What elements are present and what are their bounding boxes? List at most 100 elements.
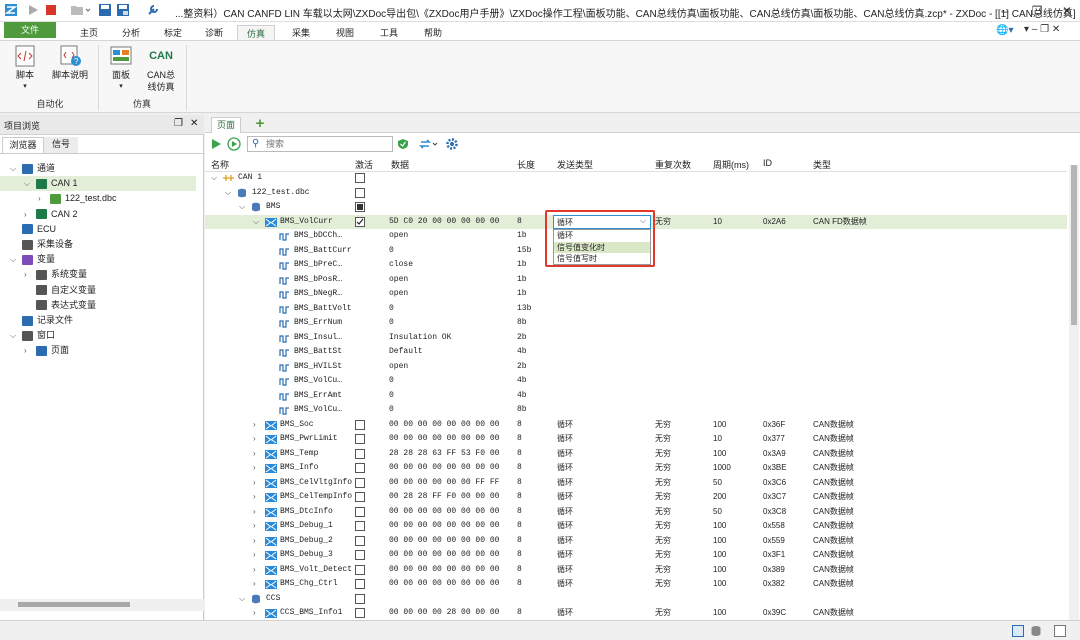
chevron-down-icon[interactable]: ⌵ bbox=[239, 592, 245, 607]
signal-row[interactable]: BMS_ErrAmt 0 4b bbox=[205, 389, 1067, 404]
status-panel-icon[interactable] bbox=[1012, 625, 1024, 637]
panel-button[interactable]: 面板 ▾ bbox=[104, 45, 138, 93]
active-checkbox[interactable] bbox=[355, 187, 365, 198]
chevron-right-icon[interactable]: › bbox=[253, 505, 256, 520]
group-row[interactable]: ⌵ CAN 1 bbox=[205, 171, 1067, 186]
chevron-right-icon[interactable]: › bbox=[253, 476, 256, 491]
active-checkbox[interactable] bbox=[355, 608, 365, 618]
script-help-button[interactable]: ? 脚本说明 bbox=[48, 45, 92, 81]
layout-icon[interactable] bbox=[1054, 625, 1066, 637]
col-send-type[interactable]: 发送类型 bbox=[557, 158, 593, 171]
menu-tab[interactable]: 仿真 bbox=[237, 25, 275, 41]
col-id[interactable]: ID bbox=[763, 158, 772, 168]
signal-row[interactable]: BMS_VolCu… 0 4b bbox=[205, 374, 1067, 389]
active-checkbox[interactable] bbox=[355, 477, 365, 488]
message-row[interactable]: › BMS_Soc 00 00 00 00 00 00 00 00 8 循环 无穷 100 0… bbox=[205, 418, 1067, 433]
chevron-right-icon[interactable]: › bbox=[253, 461, 256, 476]
col-period[interactable]: 周期(ms) bbox=[713, 158, 749, 171]
chevron-right-icon[interactable]: › bbox=[253, 519, 256, 534]
tree-item[interactable]: ⌵ CAN 1 bbox=[0, 176, 196, 192]
panel-close-icon[interactable]: ✕ bbox=[190, 118, 198, 129]
send-type-option[interactable]: 循环 bbox=[554, 230, 650, 242]
chevron-right-icon[interactable]: › bbox=[24, 267, 34, 282]
message-row[interactable]: › BMS_Debug_1 00 00 00 00 00 00 00 00 8 循环 无穷… bbox=[205, 519, 1067, 534]
signal-row[interactable]: BMS_VolCu… 0 8b bbox=[205, 403, 1067, 418]
col-type[interactable]: 类型 bbox=[813, 158, 831, 171]
stop-icon[interactable] bbox=[44, 3, 60, 19]
send-type-option[interactable]: 信号值写时 bbox=[554, 253, 650, 265]
chevron-down-icon[interactable]: ⌵ bbox=[24, 176, 34, 191]
active-checkbox[interactable] bbox=[355, 579, 365, 589]
start-sim-icon[interactable] bbox=[209, 137, 223, 151]
active-checkbox[interactable] bbox=[355, 535, 365, 546]
message-row[interactable]: › BMS_Temp 28 28 28 63 FF 53 F0 00 8 循环 无穷 100… bbox=[205, 447, 1067, 462]
save-icon[interactable] bbox=[98, 3, 114, 19]
search-input[interactable] bbox=[266, 138, 388, 150]
chevron-right-icon[interactable]: › bbox=[24, 343, 34, 358]
signal-row[interactable]: BMS_bPosR… open 1b bbox=[205, 273, 1067, 288]
help-globe-icon[interactable]: 🌐▾ bbox=[996, 25, 1013, 36]
float-icon[interactable]: ❐ bbox=[174, 118, 183, 129]
message-row[interactable]: › BMS_CelTempInfo 00 28 28 FF F0 00 00 00 8… bbox=[205, 490, 1067, 505]
chevron-right-icon[interactable]: › bbox=[38, 191, 48, 206]
message-row[interactable]: › BMS_Volt_Detect 00 00 00 00 00 00 00 00 8… bbox=[205, 563, 1067, 578]
message-row[interactable]: › BMS_DtcInfo 00 00 00 00 00 00 00 00 8 循环 无穷… bbox=[205, 505, 1067, 520]
tab-signal[interactable]: 信号 bbox=[44, 137, 78, 153]
active-checkbox[interactable] bbox=[355, 448, 365, 459]
signal-row[interactable]: BMS_Insul… Insulation OK 2b bbox=[205, 331, 1067, 346]
chevron-right-icon[interactable]: › bbox=[24, 207, 34, 222]
script-button[interactable]: 脚本 ▾ bbox=[8, 45, 42, 93]
menu-tab[interactable]: 采集 bbox=[282, 25, 320, 41]
col-repeat[interactable]: 重复次数 bbox=[655, 158, 691, 171]
chevron-down-icon[interactable]: ⌵ bbox=[253, 215, 259, 230]
col-name[interactable]: 名称 bbox=[211, 158, 229, 171]
step-icon[interactable] bbox=[227, 137, 241, 151]
sync-icon[interactable] bbox=[419, 137, 441, 151]
active-checkbox[interactable] bbox=[355, 564, 365, 575]
tab-page[interactable]: 页面 bbox=[211, 117, 241, 133]
message-row[interactable]: › BMS_Info 00 00 00 00 00 00 00 00 8 循环 无穷 100… bbox=[205, 461, 1067, 476]
tree-item[interactable]: › 页面 bbox=[0, 343, 196, 358]
active-checkbox[interactable] bbox=[355, 419, 365, 430]
group-row[interactable]: ⌵ CCS bbox=[205, 592, 1067, 607]
active-checkbox[interactable] bbox=[355, 550, 365, 560]
signal-row[interactable]: BMS_ErrNum 0 8b bbox=[205, 316, 1067, 331]
tree-item[interactable]: ⌵ 窗口 bbox=[0, 328, 196, 343]
send-type-select[interactable]: 循环 ⌵ bbox=[553, 215, 651, 229]
tree-item[interactable]: › 系统变量 bbox=[0, 267, 196, 282]
mdi-controls[interactable]: ▾ – ❐ ✕ bbox=[1024, 24, 1060, 35]
restore-button[interactable]: ❐ bbox=[1022, 2, 1052, 20]
tree-item[interactable]: ECU bbox=[0, 222, 196, 237]
tab-browser[interactable]: 浏览器 bbox=[2, 137, 44, 153]
chevron-right-icon[interactable]: › bbox=[253, 577, 256, 592]
database-icon[interactable] bbox=[1030, 625, 1042, 637]
active-checkbox[interactable] bbox=[355, 492, 365, 502]
chevron-down-icon[interactable]: ⌵ bbox=[10, 328, 20, 343]
signal-row[interactable]: BMS_HVILSt open 2b bbox=[205, 360, 1067, 375]
left-hscrollbar[interactable] bbox=[0, 599, 204, 611]
signal-row[interactable]: BMS_bNegR… open 1b bbox=[205, 287, 1067, 302]
tree-item[interactable]: ⌵ 通道 bbox=[0, 161, 196, 176]
close-button[interactable]: ✕ bbox=[1052, 2, 1080, 20]
chevron-down-icon[interactable]: ⌵ bbox=[225, 186, 231, 201]
settings-gear-icon[interactable] bbox=[445, 137, 459, 151]
search-box[interactable]: ⚲ bbox=[247, 136, 393, 152]
save-all-icon[interactable] bbox=[116, 3, 132, 19]
tree-item[interactable]: › 122_test.dbc bbox=[0, 191, 196, 206]
signal-row[interactable]: BMS_BattVolt 0 13b bbox=[205, 302, 1067, 317]
chevron-right-icon[interactable]: › bbox=[253, 548, 256, 563]
chevron-right-icon[interactable]: › bbox=[253, 447, 256, 462]
tree-item[interactable]: 表达式变量 bbox=[0, 298, 196, 313]
signal-row[interactable]: BMS_BattSt Default 4b bbox=[205, 345, 1067, 360]
tree-item[interactable]: 采集设备 bbox=[0, 237, 196, 252]
active-checkbox[interactable] bbox=[355, 463, 365, 473]
apply-filter-icon[interactable] bbox=[397, 138, 409, 150]
chevron-right-icon[interactable]: › bbox=[253, 534, 256, 549]
message-row[interactable]: › BMS_CelVltgInfo 00 00 00 00 00 00 FF FF 8… bbox=[205, 476, 1067, 491]
chevron-down-icon[interactable]: ⌵ bbox=[10, 161, 20, 176]
menu-tab[interactable]: 视图 bbox=[326, 25, 364, 41]
chevron-down-icon[interactable]: ⌵ bbox=[10, 252, 20, 267]
col-active[interactable]: 激活 bbox=[355, 158, 373, 171]
grid-vscrollbar[interactable] bbox=[1069, 165, 1079, 620]
active-checkbox[interactable] bbox=[355, 506, 365, 517]
